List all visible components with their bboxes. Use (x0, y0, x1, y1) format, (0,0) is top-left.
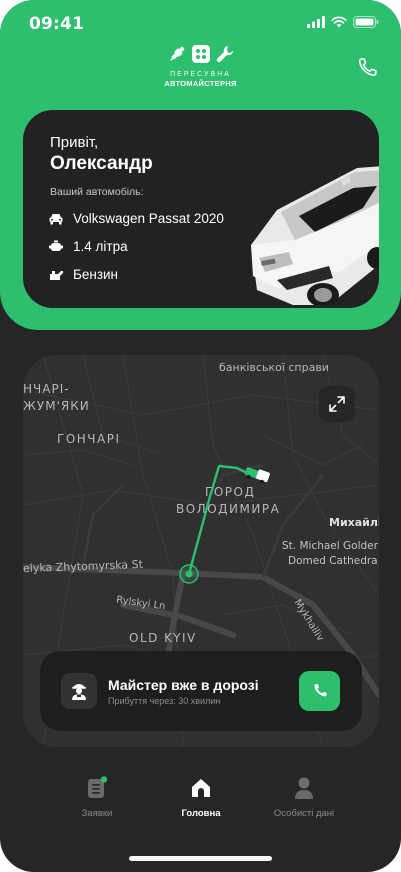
map-label: Михайлі (329, 516, 379, 529)
car-illustration (251, 166, 379, 305)
nav-item-requests[interactable]: Заявки (42, 770, 152, 819)
map-label: НЧАРІ- (23, 382, 70, 396)
app-screen: 09:41 ПЕРЕСУВНА АВТОМАЙСТЕРНЯ Привіт, Ол… (0, 0, 401, 872)
mechanic-avatar (61, 673, 97, 709)
bottom-nav: Заявки Головна Особисті дані (0, 770, 401, 840)
car-model: Volkswagen Passat 2020 (73, 211, 224, 226)
car-icon (48, 212, 64, 226)
brand-line2: АВТОМАЙСТЕРНЯ (164, 79, 237, 88)
map-label: OLD KYIV (129, 631, 197, 645)
map-label: Domed Cathedra (288, 555, 378, 567)
car-engine: 1.4 літра (73, 239, 128, 254)
greeting-name: Олександр (50, 153, 153, 174)
status-bar: 09:41 (0, 0, 401, 48)
engine-icon (48, 240, 64, 254)
map-label: ВОЛОДИМИРА (176, 502, 281, 516)
spec-fuel: Бензин (48, 267, 118, 282)
truck-marker-icon (245, 467, 270, 483)
car-fuel: Бензин (73, 267, 119, 282)
user-icon (295, 777, 313, 799)
map-label: банківської справи (219, 361, 329, 374)
expand-icon (329, 396, 345, 412)
car-card[interactable]: Привіт, Олександр Ваший автомобіль: Volk… (23, 110, 379, 308)
wrench-icon (216, 46, 233, 63)
fuel-icon (48, 268, 64, 282)
master-status-card[interactable]: Майстер вже в дорозі Прибуття через: 30 … (40, 651, 362, 731)
home-icon (192, 779, 210, 797)
spec-engine: 1.4 літра (48, 239, 128, 254)
nav-label-profile: Особисті дані (273, 808, 335, 819)
map-label: ГОРОД (205, 485, 256, 499)
status-title: Майстер вже в дорозі (108, 677, 259, 693)
mechanic-icon (72, 684, 86, 700)
status-subtitle: Прибуття через: 30 хвилин (108, 696, 221, 706)
expand-map-button[interactable] (319, 386, 355, 422)
clipboard-icon (88, 776, 107, 798)
home-indicator[interactable] (129, 856, 272, 861)
wifi-icon (331, 16, 347, 28)
call-master-button[interactable] (299, 671, 340, 711)
nav-label-home: Головна (181, 808, 221, 819)
nav-item-home[interactable]: Головна (146, 770, 256, 819)
phone-icon (358, 58, 377, 76)
brand-logo: ПЕРЕСУВНА АВТОМАЙСТЕРНЯ (150, 44, 251, 94)
map-label: ГОНЧАРІ (57, 432, 121, 446)
signal-icon (307, 16, 325, 28)
map-label: ЖУМ'ЯКИ (23, 399, 90, 413)
car-label: Ваший автомобіль: (50, 186, 144, 198)
engine-icon (191, 45, 210, 63)
greeting-hello: Привіт, (50, 134, 99, 151)
spec-model: Volkswagen Passat 2020 (48, 211, 224, 226)
spark-plug-icon (169, 46, 184, 61)
nav-item-profile[interactable]: Особисті дані (249, 770, 359, 819)
call-icon-button[interactable] (355, 56, 379, 80)
map-label: St. Michael Golder (282, 540, 378, 552)
greeting: Привіт, Олександр (50, 134, 153, 175)
status-time: 09:41 (29, 14, 85, 34)
phone-icon (313, 684, 327, 697)
battery-icon (353, 16, 379, 28)
header: 09:41 ПЕРЕСУВНА АВТОМАЙСТЕРНЯ Привіт, Ол… (0, 0, 401, 330)
brand-line1: ПЕРЕСУВНА (170, 71, 231, 78)
nav-label-requests: Заявки (81, 808, 113, 819)
